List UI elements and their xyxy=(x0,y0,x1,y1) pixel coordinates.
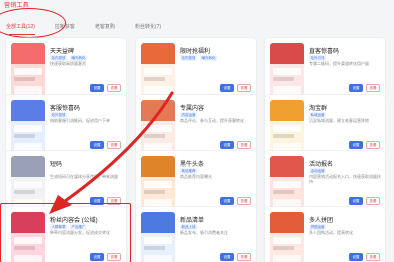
tool-thumbnail xyxy=(11,43,45,99)
tool-tags: 站内投放 曝光转化 xyxy=(180,55,217,61)
tool-thumbnail xyxy=(141,156,175,212)
settings-button[interactable]: 设置 xyxy=(220,197,234,205)
settings-button[interactable]: 设置 xyxy=(220,84,234,92)
tool-tag: 曝光转化 xyxy=(200,55,217,61)
view-button[interactable]: 查看 xyxy=(107,84,121,92)
view-button[interactable]: 查看 xyxy=(107,141,121,149)
tool-title: 多人拼团 xyxy=(309,218,334,224)
tool-title: 活动报名 xyxy=(309,162,334,168)
tool-description: 沉淀私域流量，建立老客运营阵地 xyxy=(309,118,369,123)
settings-button[interactable]: 设置 xyxy=(220,141,234,149)
settings-button[interactable]: 设置 xyxy=(349,197,363,205)
view-button[interactable]: 查看 xyxy=(366,197,380,205)
tool-description: 借助客服引流推码，促进用户下单 xyxy=(50,118,110,123)
tool-description: 商品推荐内容曝光 xyxy=(180,174,212,179)
tool-title: 新品清单 xyxy=(180,218,205,224)
tool-thumbnail xyxy=(141,100,175,156)
settings-button[interactable]: 设置 xyxy=(349,84,363,92)
tool-title: 短码 xyxy=(50,162,63,168)
tool-thumbnail xyxy=(270,212,304,262)
tool-title: 淘宝群 xyxy=(309,106,328,112)
tab-repurchase[interactable]: 老客复购 xyxy=(95,23,115,30)
tool-description: 多人团购活动，提高转化 xyxy=(309,230,353,235)
tool-description: 商品评论、参与互动，提升获客转化 xyxy=(180,118,244,123)
tool-thumbnail xyxy=(270,43,304,99)
tool-title: 黑牛头条 xyxy=(180,162,205,168)
highlight-rect-annotation xyxy=(0,203,131,262)
tool-title: 天天益碑 xyxy=(50,49,75,55)
view-button[interactable]: 查看 xyxy=(366,84,380,92)
tool-card[interactable]: 新品清单 新品上线 新品发布，吸引消费者关注 设置 查看 xyxy=(136,207,256,262)
tool-title: 限时抢福利 xyxy=(180,49,211,55)
tool-card[interactable]: 多人拼团 拼团运营 多人团购活动，提高转化 设置 查看 xyxy=(265,207,385,262)
settings-button[interactable]: 设置 xyxy=(90,84,104,92)
tool-description: 专属二维码，提升渠道转化用户量 xyxy=(309,61,369,66)
tool-thumbnail xyxy=(141,43,175,99)
settings-button[interactable]: 设置 xyxy=(220,253,234,261)
tool-thumbnail xyxy=(270,100,304,156)
tool-title: 直客惊喜码 xyxy=(309,49,340,55)
tool-thumbnail xyxy=(270,156,304,212)
tool-title: 客服惊喜码 xyxy=(50,106,81,112)
tool-description: 内容营销活动报名入口，快速获取流量扶持 xyxy=(309,174,381,184)
view-button[interactable]: 查看 xyxy=(237,197,251,205)
view-button[interactable]: 查看 xyxy=(237,141,251,149)
tool-thumbnail xyxy=(11,100,45,156)
tab-fan-conversion[interactable]: 粉丝转化(7) xyxy=(135,23,161,30)
settings-button[interactable]: 设置 xyxy=(349,253,363,261)
view-button[interactable]: 查看 xyxy=(237,253,251,261)
tool-thumbnail xyxy=(141,212,175,262)
tool-title: 专属内容 xyxy=(180,106,205,112)
tool-description: 生成短码可在媒体分享传播，带来流量 xyxy=(50,174,118,179)
tool-tag: 站内投放 xyxy=(180,55,197,61)
view-button[interactable]: 查看 xyxy=(237,84,251,92)
view-button[interactable]: 查看 xyxy=(366,141,380,149)
view-button[interactable]: 查看 xyxy=(366,253,380,261)
settings-button[interactable]: 设置 xyxy=(90,141,104,149)
tool-description: 新品发布，吸引消费者关注 xyxy=(180,230,228,235)
settings-button[interactable]: 设置 xyxy=(349,141,363,149)
tool-description: 快速获取高质量客资 xyxy=(50,61,86,66)
highlight-oval-annotation xyxy=(0,8,66,38)
